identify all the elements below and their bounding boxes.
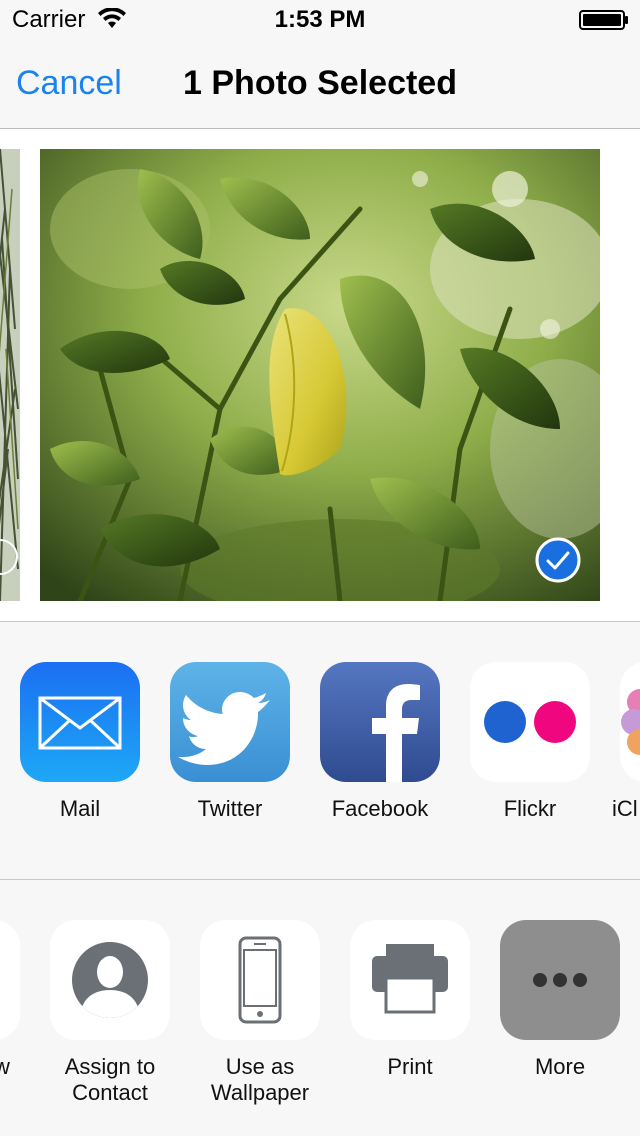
more-button[interactable] [500,920,620,1040]
icloud-label: iCl [612,796,638,821]
print-label: Print [387,1054,433,1079]
more-label: More [534,1054,586,1079]
use-as-wallpaper-label: Use as Wallpaper [210,1054,310,1105]
page-title-text: 1 Photo Selected [183,64,457,102]
more-icon [533,973,587,987]
flickr-button[interactable] [470,662,590,782]
facebook-icon [372,684,420,782]
print-button[interactable] [350,920,470,1040]
twitter-label: Twitter [197,796,263,821]
status-bar: Carrier 1:53 PM [0,0,640,40]
icloud-photo-sharing-button[interactable] [620,662,640,782]
selected-photo[interactable] [40,149,600,601]
facebook-button[interactable] [320,662,440,782]
previous-photo-thumbnail[interactable] [0,148,20,602]
use-as-wallpaper-button[interactable] [200,920,320,1040]
actions-row[interactable]: w Assign to Contact Use as Wallpaper Pri… [0,880,640,1136]
facebook-label: Facebook [331,796,429,821]
wallpaper-icon [238,936,282,1024]
mail-button[interactable] [20,662,140,782]
icloud-icon [621,689,640,755]
printer-icon [372,944,448,1014]
mail-icon [38,696,122,750]
navigation-bar: Cancel 1 Photo Selected [0,40,640,129]
status-time: 1:53 PM [274,6,366,33]
leaves-image [40,149,600,601]
flickr-icon [484,701,576,743]
twitter-icon [178,692,270,765]
assign-to-contact-button[interactable] [50,920,170,1040]
assign-to-contact-label: Assign to Contact [64,1054,156,1105]
partial-action-label: w [0,1054,10,1079]
flickr-label: Flickr [503,796,557,821]
mail-label: Mail [59,796,101,821]
contact-icon [72,942,148,1018]
partial-action-button[interactable] [0,920,20,1040]
twitter-button[interactable] [170,662,290,782]
selected-checkmark-icon[interactable] [535,537,581,583]
page-title: 1 Photo Selected [0,64,640,103]
grass-image [0,148,20,602]
share-apps-row[interactable]: Mail Twitter Facebook Flickr iCl [0,622,640,880]
share-sheet-screen: Carrier 1:53 PM Cancel 1 Photo Selected [0,0,640,1136]
battery-icon [579,10,628,30]
